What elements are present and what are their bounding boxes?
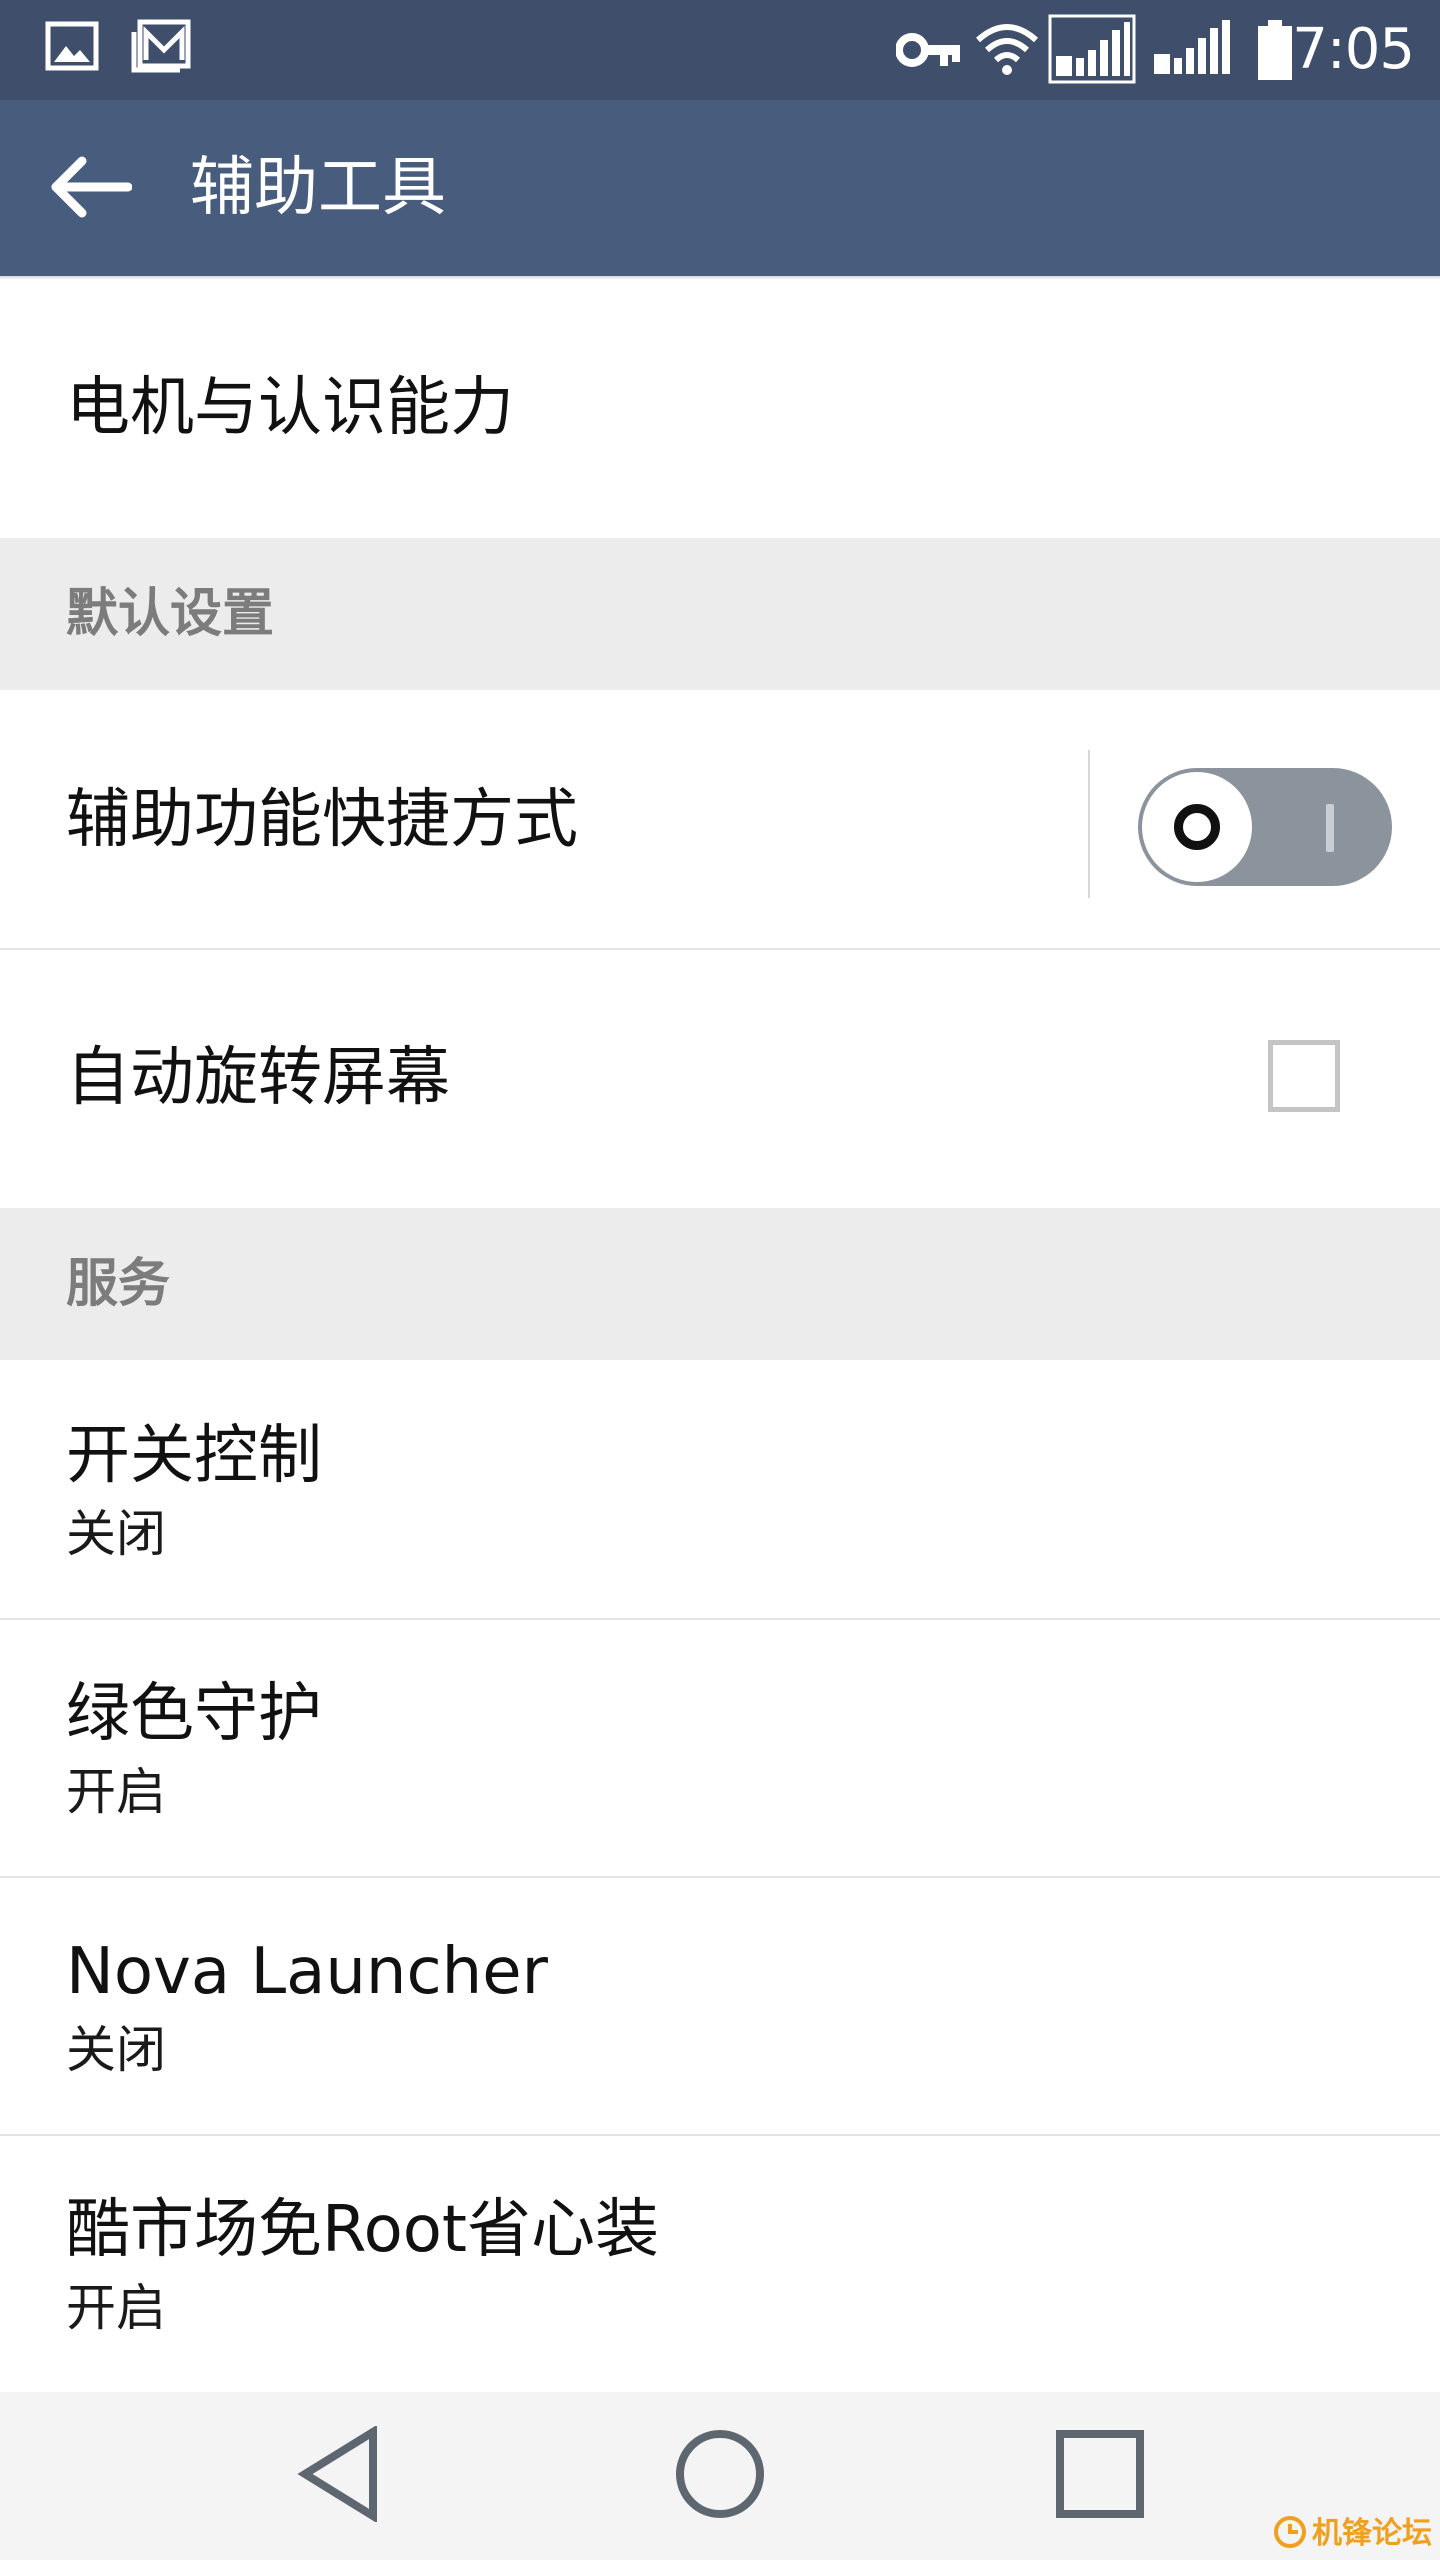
watermark: 机锋论坛 [1272, 2512, 1432, 2556]
divider [1088, 750, 1090, 898]
list-item-label: 辅助功能快捷方式 [66, 783, 578, 857]
signal-sim1-icon [1048, 14, 1136, 88]
signal-sim2-icon [1150, 16, 1236, 86]
nav-recents-button[interactable] [1040, 2416, 1160, 2536]
list-item-label: 电机与认识能力 [66, 371, 514, 445]
gfan-logo-icon [1272, 2514, 1308, 2554]
vpn-key-icon [895, 28, 962, 76]
toggle-on-icon [1326, 804, 1334, 852]
list-item-title: 酷市场免Root省心装 [66, 2193, 659, 2267]
list-item-accessibility-shortcut[interactable]: 辅助功能快捷方式 [0, 690, 1440, 950]
list-item-status: 开启 [66, 2279, 166, 2337]
mail-icon [130, 18, 192, 78]
app-bar: 辅助工具 [0, 100, 1440, 276]
list-item-coolmarket[interactable]: 酷市场免Root省心装 开启 [0, 2136, 1440, 2392]
list-item-status: 开启 [66, 1763, 166, 1821]
arrow-back-icon [48, 155, 133, 223]
gallery-icon [44, 18, 100, 78]
section-header-services: 服务 [0, 1208, 1440, 1360]
auto-rotate-checkbox[interactable] [1268, 1040, 1340, 1112]
list-item-title: 开关控制 [66, 1419, 322, 1493]
list-item-title: Nova Launcher [66, 1935, 548, 2009]
nav-home-button[interactable] [660, 2416, 780, 2536]
list-item-label: 自动旋转屏幕 [66, 1041, 450, 1115]
list-item-auto-rotate[interactable]: 自动旋转屏幕 [0, 950, 1440, 1208]
list-item-title: 绿色守护 [66, 1677, 322, 1751]
nav-home-icon [672, 2426, 768, 2526]
status-bar: 17:05 [0, 0, 1440, 100]
list-item-switch-control[interactable]: 开关控制 关闭 [0, 1360, 1440, 1620]
section-header-default-settings: 默认设置 [0, 538, 1440, 690]
nav-recents-icon [1052, 2426, 1148, 2526]
section-label: 默认设置 [66, 584, 275, 644]
watermark-text: 机锋论坛 [1312, 2516, 1432, 2551]
navigation-bar [0, 2392, 1440, 2560]
clock: 17:05 [1257, 17, 1415, 82]
page-title: 辅助工具 [190, 151, 446, 225]
toggle-knob [1142, 772, 1252, 882]
list-item-status: 关闭 [66, 1505, 166, 1563]
shortcut-toggle[interactable] [1138, 768, 1392, 886]
section-label: 服务 [66, 1254, 171, 1314]
nav-back-button[interactable] [280, 2416, 400, 2536]
list-item-status: 关闭 [66, 2021, 166, 2079]
wifi-icon [974, 20, 1040, 80]
toggle-off-icon [1174, 804, 1220, 850]
back-button[interactable] [30, 144, 150, 234]
list-item-green-guard[interactable]: 绿色守护 开启 [0, 1620, 1440, 1878]
list-item-nova-launcher[interactable]: Nova Launcher 关闭 [0, 1878, 1440, 2136]
nav-back-icon [295, 2424, 385, 2526]
list-item-motor-cognition[interactable]: 电机与认识能力 [0, 280, 1440, 538]
